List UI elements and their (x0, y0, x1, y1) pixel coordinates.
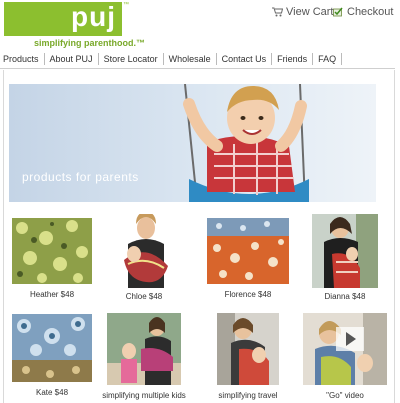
nav-item-friends[interactable]: Friends (272, 53, 314, 65)
nav-divider (0, 68, 395, 69)
checkout-link[interactable]: Checkout (333, 6, 393, 18)
product-caption-travel[interactable]: simplifying travel (210, 391, 286, 400)
main-nav: Products About PUJ Store Locator Wholesa… (0, 51, 343, 67)
hero-photo (183, 84, 309, 202)
product-caption-florence[interactable]: Florence $48 (207, 290, 289, 299)
product-image-florence[interactable] (207, 218, 289, 284)
product-caption-dianna[interactable]: Dianna $48 (312, 292, 378, 301)
logo[interactable]: puj (4, 2, 122, 36)
nav-item-contact-us[interactable]: Contact Us (217, 53, 273, 65)
nav-item-store-locator[interactable]: Store Locator (99, 53, 164, 65)
product-image-travel[interactable] (217, 313, 279, 385)
product-caption-kate[interactable]: Kate $48 (12, 388, 92, 397)
view-cart-label: View Cart (286, 6, 334, 18)
cart-icon (272, 7, 284, 17)
banner-heading: products for parents (22, 170, 139, 184)
nav-item-products[interactable]: Products (0, 53, 45, 65)
logo-trademark: ™ (123, 2, 129, 8)
nav-item-wholesale[interactable]: Wholesale (164, 53, 217, 65)
tagline: simplifying parenthood.™ (34, 38, 146, 48)
product-image-heather[interactable] (12, 218, 92, 284)
product-caption-heather[interactable]: Heather $48 (12, 290, 92, 299)
product-caption-go-video[interactable]: "Go" video (303, 391, 387, 400)
view-cart-link[interactable]: View Cart (272, 6, 333, 18)
product-image-kate[interactable] (12, 314, 92, 382)
checkout-label: Checkout (347, 6, 394, 18)
play-button[interactable] (336, 327, 364, 351)
product-image-chloe[interactable] (114, 214, 174, 288)
product-caption-multiple-kids[interactable]: simplifying multiple kids (100, 391, 188, 400)
checkout-icon (333, 7, 344, 17)
product-caption-chloe[interactable]: Chloe $48 (114, 292, 174, 301)
play-icon (346, 332, 356, 346)
product-image-multiple-kids[interactable] (107, 313, 181, 385)
product-image-go-video[interactable] (303, 313, 387, 385)
hero-banner[interactable] (9, 84, 376, 202)
product-image-dianna[interactable] (312, 214, 378, 288)
nav-item-faq[interactable]: FAQ (313, 53, 343, 65)
nav-item-about-puj[interactable]: About PUJ (45, 53, 99, 65)
